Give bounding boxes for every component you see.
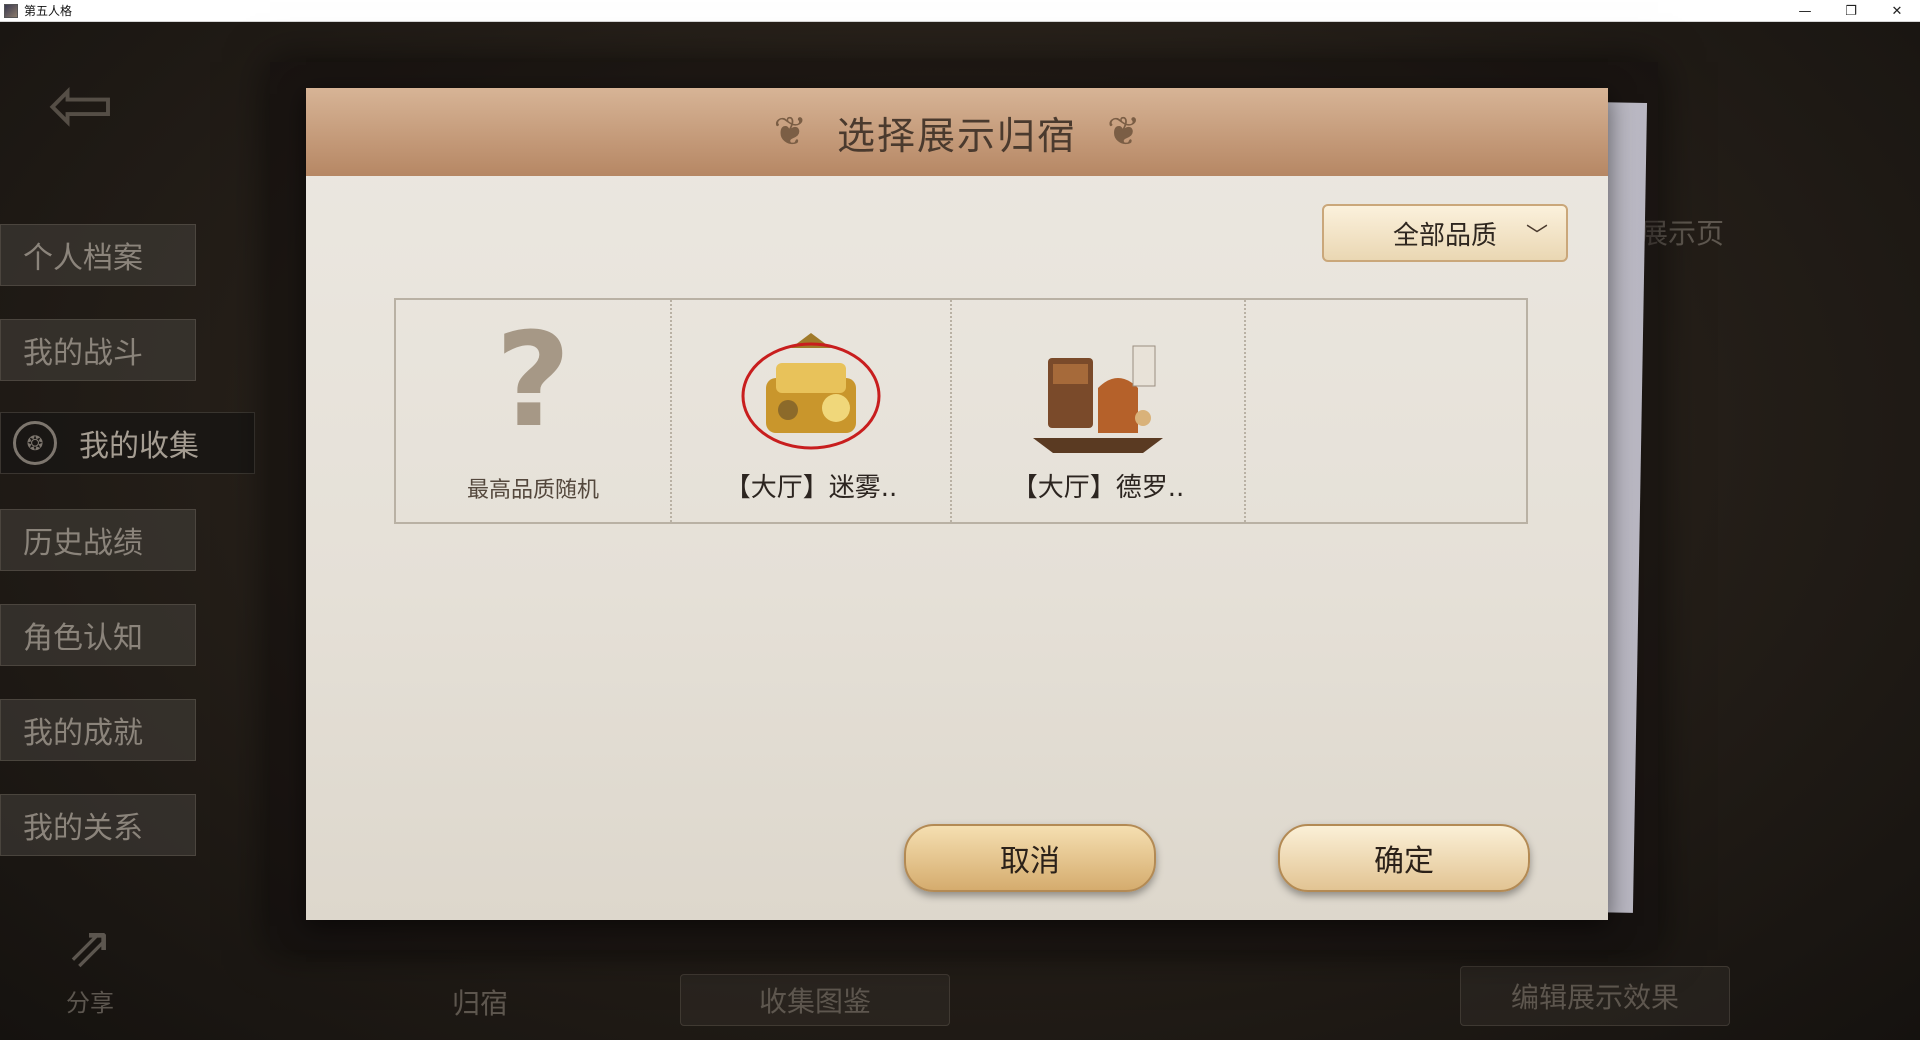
home-item-random[interactable]: ? 最高品质随机 xyxy=(396,300,672,522)
select-home-dialog: ❦ 选择展示归宿 ❦ 全部品质 ﹀ ? 最高品质随机 【大厅】迷雾.. 【大厅】… xyxy=(306,88,1608,920)
window-titlebar: 第五人格 — ❐ ✕ xyxy=(0,0,1920,22)
home-item-grid: ? 最高品质随机 【大厅】迷雾.. 【大厅】德罗.. xyxy=(394,298,1528,524)
lobby-drawing-room-thumbnail xyxy=(1033,345,1163,453)
side-item-battle[interactable]: 我的战斗 xyxy=(0,319,196,381)
side-item-label: 我的成就 xyxy=(23,716,143,751)
edit-display-button[interactable]: 编辑展示效果 xyxy=(1460,966,1730,1026)
side-item-label: 历史战绩 xyxy=(23,526,143,561)
quality-filter-value: 全部品质 xyxy=(1392,220,1497,251)
side-item-character[interactable]: 角色认知 xyxy=(0,604,196,666)
share-icon: ⇗ xyxy=(66,915,114,980)
collection-badge-icon: ❂ xyxy=(13,421,57,465)
chevron-down-icon: ﹀ xyxy=(1525,224,1548,249)
home-item-drawing-room-lobby[interactable]: 【大厅】德罗.. xyxy=(952,300,1246,522)
dialog-header: ❦ 选择展示归宿 ❦ xyxy=(306,88,1608,176)
restore-button[interactable]: ❐ xyxy=(1828,0,1874,22)
collection-guide-label: 收集图鉴 xyxy=(758,985,871,1018)
laurel-left-icon: ❦ xyxy=(773,109,807,155)
confirm-label: 确定 xyxy=(1374,844,1434,879)
close-button[interactable]: ✕ xyxy=(1874,0,1920,22)
collection-guide-button[interactable]: 收集图鉴 xyxy=(680,974,950,1026)
window-controls: — ❐ ✕ xyxy=(1782,0,1920,22)
share-button[interactable]: ⇗ 分享 xyxy=(50,917,130,1018)
bottom-tab-home[interactable]: 归宿 xyxy=(452,982,508,1022)
window-title: 第五人格 xyxy=(24,4,73,18)
side-item-history[interactable]: 历史战绩 xyxy=(0,509,196,571)
quality-filter-select[interactable]: 全部品质 ﹀ xyxy=(1322,204,1568,262)
confirm-button[interactable]: 确定 xyxy=(1278,824,1530,892)
home-item-mist-lobby[interactable]: 【大厅】迷雾.. xyxy=(672,300,952,522)
home-item-label: 【大厅】德罗.. xyxy=(1011,473,1185,503)
side-item-label: 我的收集 xyxy=(79,429,199,464)
home-item-label: 【大厅】迷雾.. xyxy=(724,473,898,503)
dialog-title: 选择展示归宿 xyxy=(836,113,1077,158)
side-item-profile[interactable]: 个人档案 xyxy=(0,224,196,286)
exit-icon[interactable]: ⇦ xyxy=(38,57,124,153)
side-item-achievement[interactable]: 我的成就 xyxy=(0,699,196,761)
side-item-label: 角色认知 xyxy=(23,621,143,656)
cancel-button[interactable]: 取消 xyxy=(904,824,1156,892)
app-icon xyxy=(4,3,18,18)
share-label: 分享 xyxy=(66,989,114,1017)
home-item-empty-slot xyxy=(1246,300,1526,522)
home-item-label: 最高品质随机 xyxy=(466,478,599,503)
side-item-relationship[interactable]: 我的关系 xyxy=(0,794,196,856)
question-mark-icon: ? xyxy=(495,304,571,456)
side-item-label: 我的战斗 xyxy=(23,336,143,371)
cancel-label: 取消 xyxy=(1000,844,1060,879)
edit-display-label: 编辑展示效果 xyxy=(1510,981,1679,1014)
side-item-label: 我的关系 xyxy=(23,811,143,846)
side-item-collection[interactable]: ❂ 我的收集 xyxy=(0,412,255,474)
laurel-right-icon: ❦ xyxy=(1107,109,1141,155)
minimize-button[interactable]: — xyxy=(1782,0,1828,22)
side-item-label: 个人档案 xyxy=(23,241,143,276)
lobby-mist-thumbnail xyxy=(741,333,881,450)
